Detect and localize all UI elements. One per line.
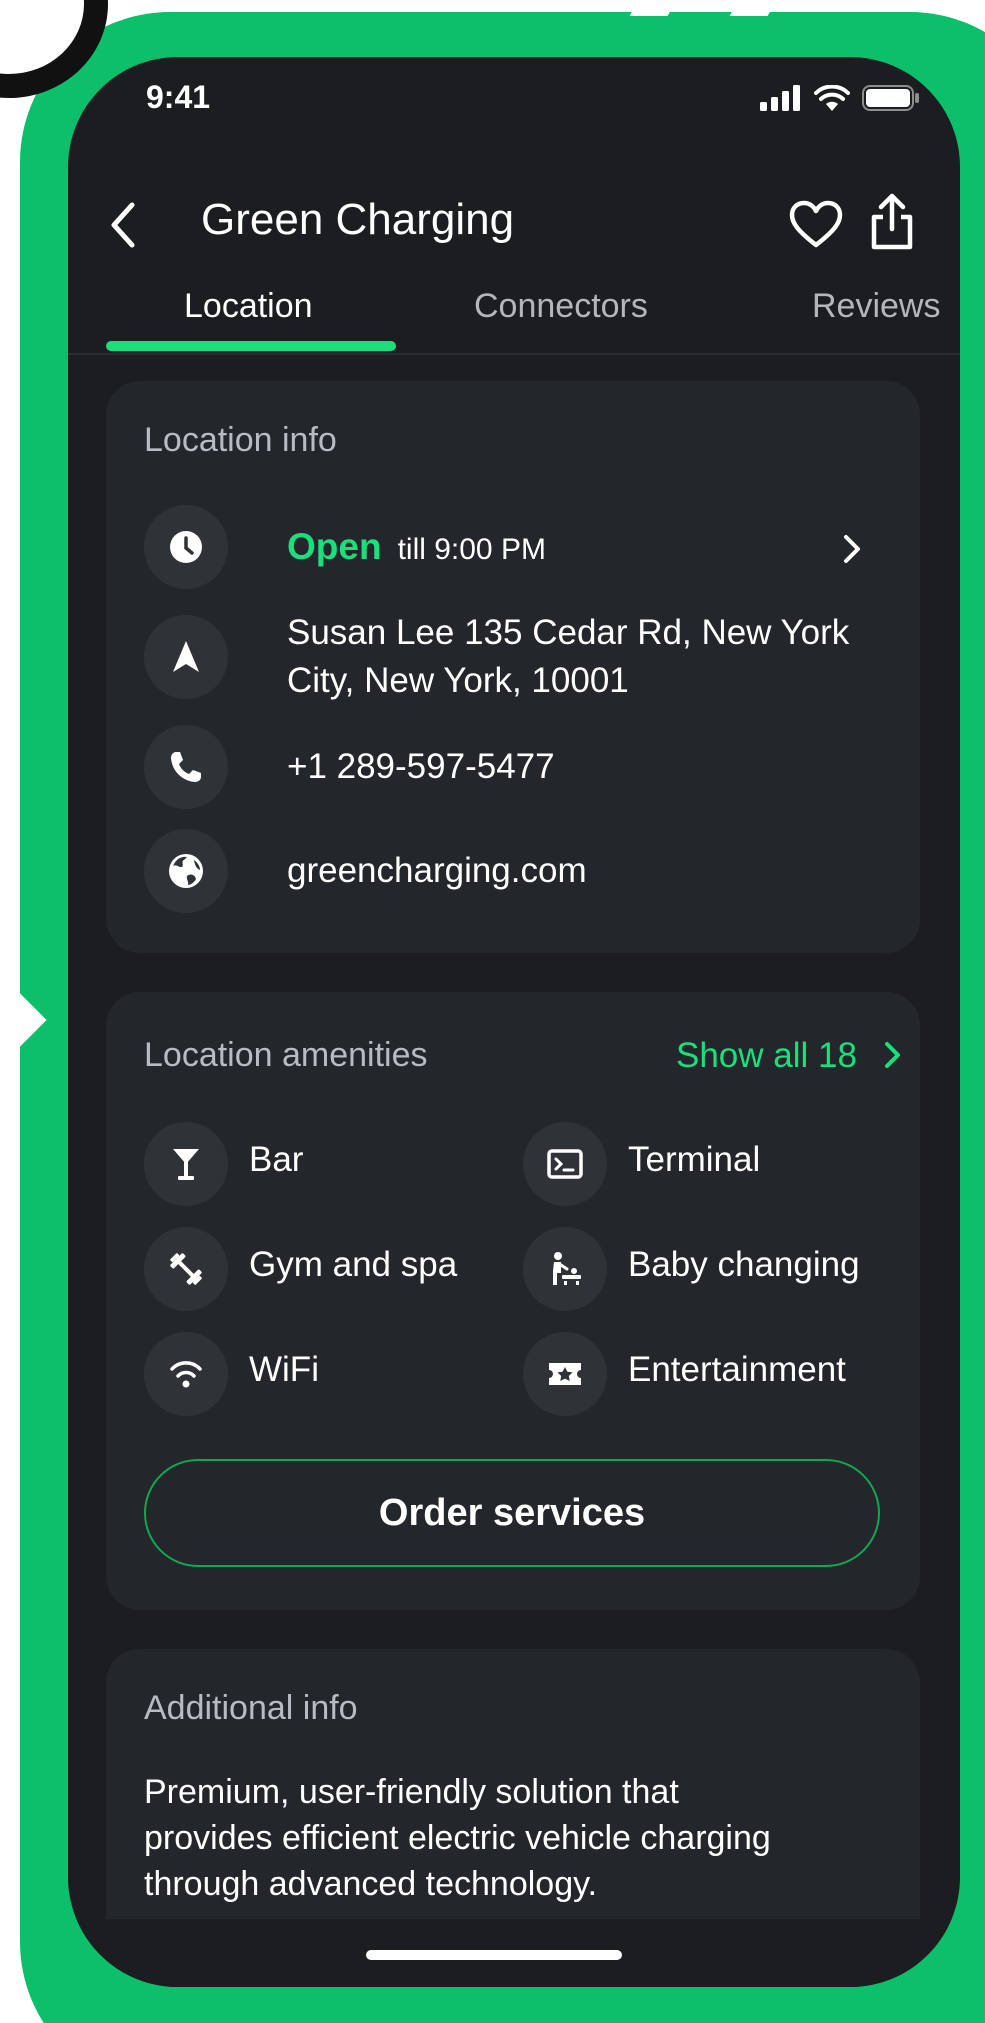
opening-hours-row[interactable]: Open till 9:00 PM: [287, 523, 546, 574]
amenity-icon-badge: [144, 1227, 228, 1311]
order-services-button[interactable]: Order services: [144, 1459, 880, 1567]
amenities-card: Location amenities Show all 18 Bar Termi…: [106, 992, 920, 1610]
chevron-left-icon: [111, 202, 135, 248]
amenity-icon-badge: [523, 1122, 607, 1206]
website-link[interactable]: greencharging.com: [287, 847, 587, 895]
hours-icon-badge: [144, 505, 228, 589]
amenity-label: Gym and spa: [249, 1245, 458, 1284]
favorite-button[interactable]: [788, 199, 844, 251]
phone-screen: 9:41 Green Charging Location Connectors …: [68, 57, 960, 1987]
status-bar: 9:41: [68, 57, 960, 197]
amenity-label: Bar: [249, 1140, 304, 1179]
description-line: through advanced technology.: [144, 1865, 598, 1903]
address-line: Susan Lee 135 Cedar Rd, New York: [287, 613, 850, 652]
wifi-icon: [170, 1361, 202, 1388]
amenity-icon-badge: [523, 1227, 607, 1311]
amenity-label: Entertainment: [628, 1350, 846, 1389]
chevron-right-icon: [844, 535, 860, 563]
heart-icon: [789, 200, 843, 248]
show-all-label: Show all 18: [676, 1036, 857, 1075]
battery-icon: [862, 85, 919, 111]
phone-icon: [171, 752, 201, 782]
tab-reviews[interactable]: Reviews: [812, 287, 940, 326]
wifi-status-icon: [814, 85, 850, 111]
status-icons: [760, 85, 920, 111]
terminal-icon: [547, 1149, 583, 1179]
amenity-icon-badge: [523, 1332, 607, 1416]
baby-changing-icon: [553, 1252, 581, 1285]
card-heading: Location info: [144, 421, 337, 459]
amenity-icon-badge: [144, 1122, 228, 1206]
card-heading: Additional info: [144, 1689, 358, 1727]
clock-icon: [170, 531, 202, 563]
ticket-star-icon: [549, 1363, 581, 1385]
home-indicator[interactable]: [366, 1950, 622, 1960]
share-icon: [871, 193, 913, 250]
description-line: Premium, user-friendly solution that: [144, 1773, 679, 1811]
show-all-amenities-link[interactable]: Show all 18: [676, 1036, 905, 1076]
active-tab-indicator: [106, 341, 396, 351]
location-info-card: Location info Open till 9:00 PM Susan Le…: [106, 381, 920, 953]
tab-location[interactable]: Location: [184, 287, 313, 326]
address-line: City, New York, 10001: [287, 661, 629, 700]
share-button[interactable]: [868, 191, 916, 251]
page-title: Green Charging: [201, 195, 515, 244]
website-icon-badge: [144, 829, 228, 913]
status-time: 9:41: [146, 79, 211, 115]
amenity-label: WiFi: [249, 1350, 319, 1389]
description-line: provides efficient electric vehicle char…: [144, 1819, 771, 1857]
amenity-icon-badge: [144, 1332, 228, 1416]
phone-icon-badge: [144, 725, 228, 809]
open-status: Open: [287, 526, 382, 567]
closing-time: till 9:00 PM: [397, 533, 546, 566]
chevron-right-icon: [884, 1042, 900, 1068]
background: 9:41 Green Charging Location Connectors …: [0, 0, 985, 2023]
amenity-label: Terminal: [628, 1140, 761, 1179]
globe-icon: [169, 854, 203, 888]
address-text[interactable]: Susan Lee 135 Cedar Rd, New York City, N…: [287, 609, 849, 705]
tab-connectors[interactable]: Connectors: [474, 287, 648, 326]
top-app-bar: Green Charging: [68, 177, 960, 267]
back-button[interactable]: [104, 199, 144, 251]
description-text: Premium, user-friendly solution that pro…: [144, 1769, 884, 1907]
amenity-label: Baby changing: [628, 1245, 860, 1284]
address-icon-badge: [144, 615, 228, 699]
navigation-arrow-icon: [173, 641, 199, 672]
dumbbell-icon: [170, 1253, 202, 1285]
hours-expand-button[interactable]: [837, 529, 867, 569]
cocktail-icon: [173, 1149, 199, 1180]
card-heading: Location amenities: [144, 1036, 428, 1074]
signal-icon: [760, 85, 800, 111]
phone-number[interactable]: +1 289-597-5477: [287, 743, 555, 791]
